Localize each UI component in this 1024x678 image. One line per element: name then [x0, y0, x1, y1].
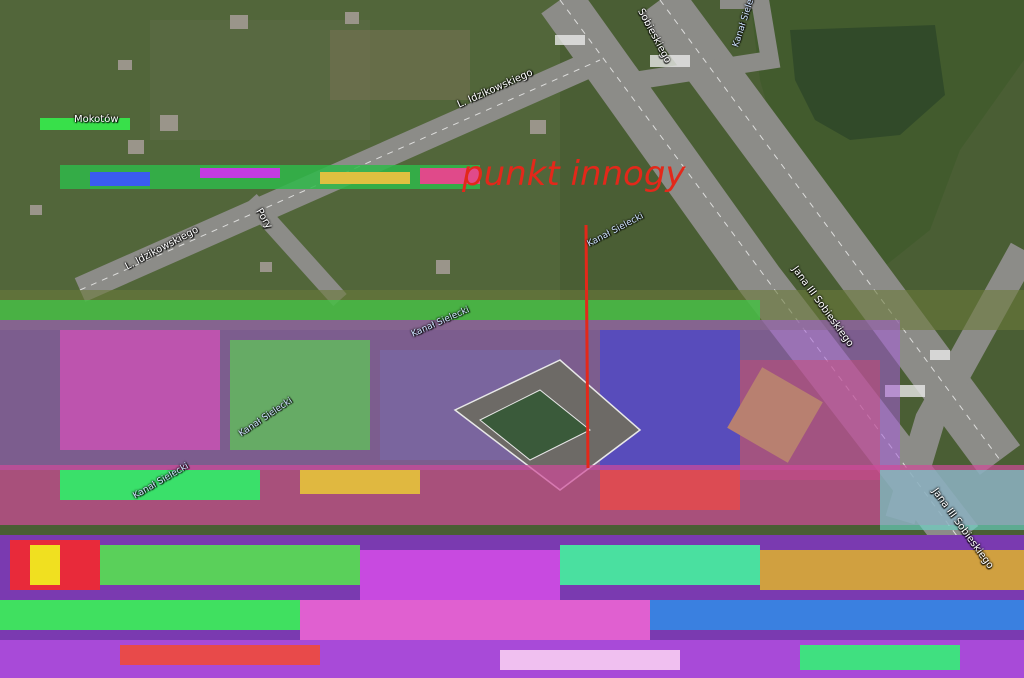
satellite-map[interactable]: Mokotów L. Idzikowskiego L. Idzikowskieg… — [0, 0, 1024, 678]
label-district-mokotow: Mokotów — [74, 114, 119, 125]
map-imagery — [0, 0, 1024, 678]
marker-label[interactable]: punkt innogy — [462, 154, 686, 194]
marker-line — [584, 224, 590, 469]
